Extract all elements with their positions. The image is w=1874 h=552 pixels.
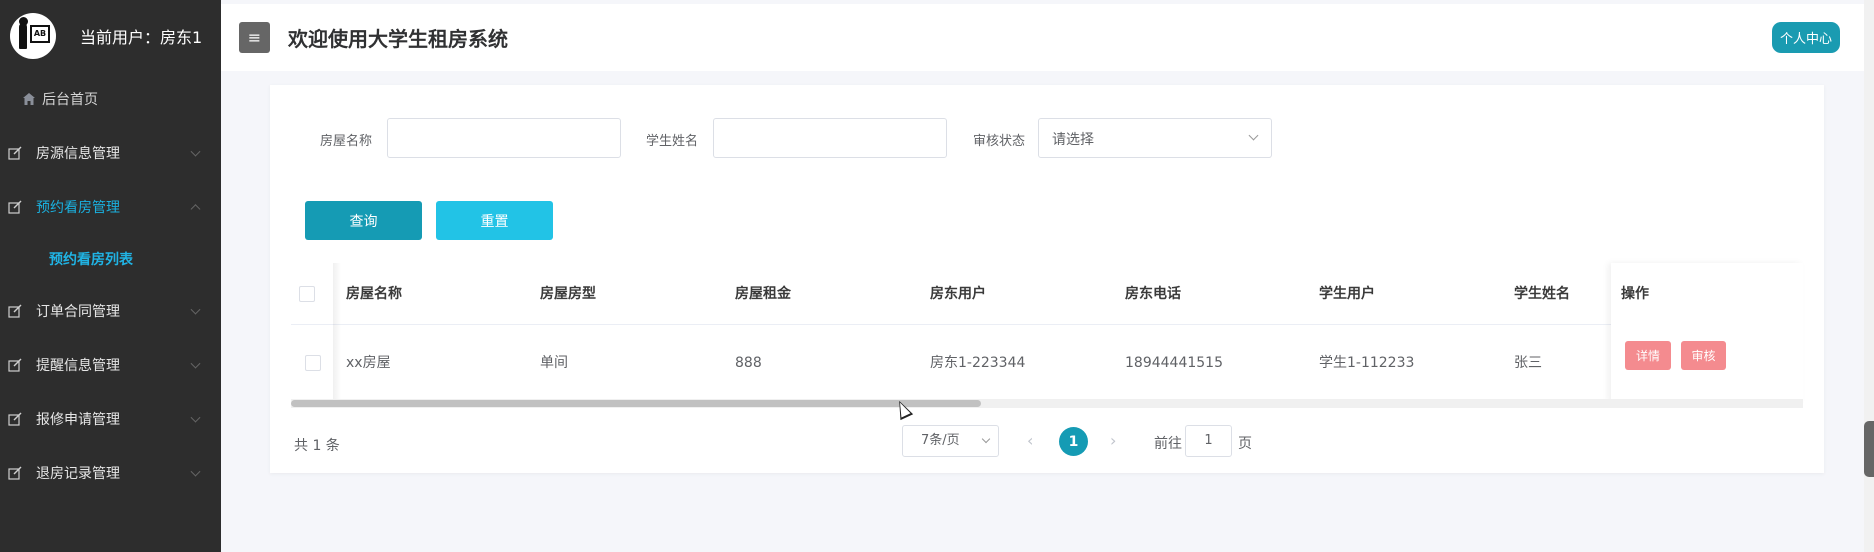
detail-button[interactable]: 详情	[1625, 341, 1671, 370]
goto-suffix: 页	[1238, 436, 1252, 452]
house-name-label: 房屋名称	[320, 134, 373, 149]
sidebar-item-repair[interactable]: 报修申请管理	[0, 392, 221, 446]
sidebar-item-label: 订单合同管理	[36, 304, 120, 320]
sidebar-item-label: 提醒信息管理	[36, 358, 120, 374]
chevron-down-icon	[1248, 130, 1259, 141]
page-title: 欢迎使用大学生租房系统	[288, 27, 508, 51]
chevron-down-icon	[190, 466, 201, 477]
teacher-logo-icon: AB	[10, 13, 56, 59]
column-header: 学生姓名	[1514, 286, 1570, 302]
top-header: ≡ 欢迎使用大学生租房系统 个人中心	[221, 4, 1874, 71]
audit-status-select[interactable]: 请选择	[1038, 118, 1272, 158]
goto-label: 前往	[1154, 436, 1182, 452]
prev-page-button[interactable]: ‹	[1027, 431, 1045, 450]
edit-icon	[8, 412, 22, 426]
audit-status-label: 审核状态	[973, 134, 1026, 149]
sidebar-item-home[interactable]: 后台首页	[0, 72, 221, 126]
chevron-down-icon	[981, 434, 991, 444]
sidebar-item-house-info[interactable]: 房源信息管理	[0, 126, 221, 180]
cell-house-name: xx房屋	[346, 355, 391, 371]
total-count: 共 1 条	[294, 438, 340, 454]
sidebar-item-label: 报修申请管理	[36, 412, 120, 428]
chevron-down-icon	[190, 304, 201, 315]
audit-button[interactable]: 审核	[1681, 341, 1726, 370]
row-checkbox[interactable]	[305, 355, 321, 371]
column-header: 操作	[1621, 286, 1649, 302]
scrollbar-thumb[interactable]	[1864, 421, 1874, 477]
column-header: 房屋名称	[346, 286, 402, 302]
student-name-input[interactable]	[713, 118, 947, 158]
cell-student-name: 张三	[1514, 355, 1542, 371]
page-vertical-scrollbar[interactable]	[1864, 0, 1874, 552]
select-all-checkbox[interactable]	[299, 286, 315, 302]
sidebar-subitem-viewing-list[interactable]: 预约看房列表	[0, 234, 221, 284]
column-header: 房屋租金	[735, 286, 791, 302]
page-size-select[interactable]: 7条/页	[902, 425, 999, 457]
current-page[interactable]: 1	[1059, 427, 1088, 456]
table-horizontal-scrollbar[interactable]	[291, 399, 1803, 408]
sidebar-menu: 后台首页 房源信息管理 预约看房管理 预约看房列表 订单合同管理 提醒信息管理 …	[0, 72, 221, 500]
scrollbar-thumb[interactable]	[291, 400, 981, 407]
goto-page-input[interactable]: 1	[1185, 425, 1232, 457]
sidebar-header: AB 当前用户：房东1	[0, 0, 221, 72]
edit-icon	[8, 146, 22, 160]
menu-toggle-button[interactable]: ≡	[239, 22, 270, 53]
edit-icon	[8, 358, 22, 372]
student-name-label: 学生姓名	[646, 134, 699, 149]
query-button[interactable]: 查询	[305, 201, 422, 240]
pagination: 共 1 条 7条/页 ‹ 1 › 前往 1 页	[270, 425, 1824, 465]
profile-button[interactable]: 个人中心	[1771, 22, 1840, 53]
edit-icon	[8, 304, 22, 318]
edit-icon	[8, 200, 22, 214]
table-row: xx房屋 单间 888 房东1-223344 18944441515 学生1-1…	[291, 325, 1803, 401]
page-size-value: 7条/页	[921, 433, 960, 448]
home-icon	[23, 93, 35, 105]
cell-student-user: 学生1-112233	[1319, 355, 1415, 371]
sidebar-item-viewing-appointment[interactable]: 预约看房管理	[0, 180, 221, 234]
house-name-input[interactable]	[387, 118, 621, 158]
reset-button[interactable]: 重置	[436, 201, 553, 240]
column-header: 房东电话	[1125, 286, 1181, 302]
sidebar-item-label: 预约看房管理	[36, 200, 120, 216]
sidebar-item-reminder[interactable]: 提醒信息管理	[0, 338, 221, 392]
cell-landlord-user: 房东1-223344	[930, 355, 1026, 371]
content-card: 房屋名称 学生姓名 审核状态 请选择 查询 重置 房屋名称 房屋房型 房屋租金 …	[270, 85, 1824, 473]
audit-status-placeholder: 请选择	[1052, 132, 1094, 148]
sidebar-item-checkout[interactable]: 退房记录管理	[0, 446, 221, 500]
fixed-column-shadow	[333, 263, 341, 403]
sidebar-item-label: 房源信息管理	[36, 146, 120, 162]
current-user-label: 当前用户：房东1	[80, 28, 203, 47]
chevron-down-icon	[190, 358, 201, 369]
column-header: 房东用户	[930, 286, 986, 302]
cell-landlord-phone: 18944441515	[1125, 355, 1223, 371]
cell-house-rent: 888	[735, 355, 762, 371]
edit-icon	[8, 466, 22, 480]
sidebar: AB 当前用户：房东1 后台首页 房源信息管理 预约看房管理 预约看房列表 订单…	[0, 0, 221, 552]
sidebar-item-label: 后台首页	[42, 92, 98, 108]
chevron-up-icon	[190, 204, 201, 215]
column-header: 房屋房型	[540, 286, 596, 302]
column-header: 学生用户	[1319, 286, 1375, 302]
chevron-down-icon	[190, 412, 201, 423]
sidebar-item-label: 退房记录管理	[36, 466, 120, 482]
next-page-button[interactable]: ›	[1110, 431, 1128, 450]
operations-column: 操作 详情 审核	[1611, 263, 1803, 403]
hamburger-icon: ≡	[247, 28, 262, 47]
table-header: 房屋名称 房屋房型 房屋租金 房东用户 房东电话 学生用户 学生姓名	[291, 263, 1803, 325]
sidebar-item-order-contract[interactable]: 订单合同管理	[0, 284, 221, 338]
chevron-down-icon	[190, 146, 201, 157]
cell-house-type: 单间	[540, 355, 568, 371]
